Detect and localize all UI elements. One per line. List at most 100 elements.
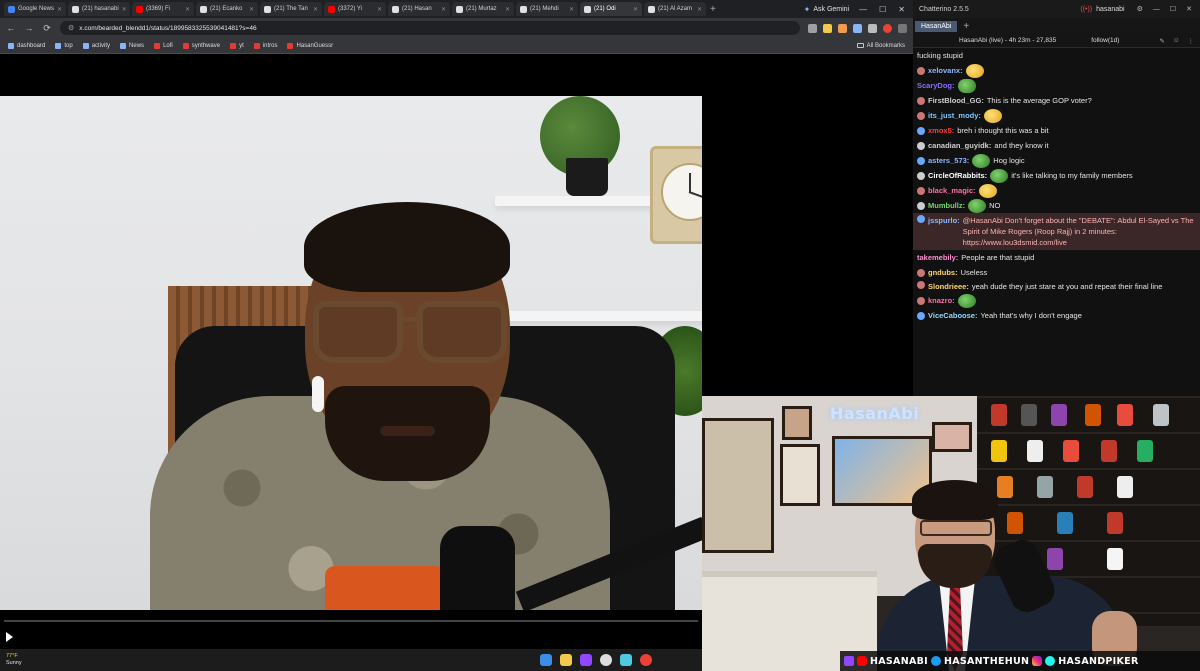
close-icon[interactable]: ✕ xyxy=(898,5,905,14)
ask-gemini-button[interactable]: ✦ Ask Gemini xyxy=(796,5,858,14)
emote-icon[interactable] xyxy=(957,293,976,308)
new-tab-button[interactable]: + xyxy=(710,4,716,15)
site-info-icon[interactable]: ⚙ xyxy=(68,24,74,32)
chat-username[interactable]: black_magic: xyxy=(928,183,976,198)
twitch-icon[interactable] xyxy=(580,654,592,666)
maximize-icon[interactable]: ☐ xyxy=(879,5,886,14)
bookmark-item[interactable]: Lofi xyxy=(154,42,173,49)
emote-icon[interactable] xyxy=(972,153,991,168)
chat-username[interactable]: FirstBlood_GG: xyxy=(928,93,984,108)
cast-icon[interactable] xyxy=(808,23,817,33)
extension-icon[interactable] xyxy=(838,23,847,33)
forward-icon[interactable]: → xyxy=(24,23,34,33)
follow-mode[interactable]: follow(1d) xyxy=(1091,37,1119,44)
extension-icon[interactable] xyxy=(853,23,862,33)
chat-username[interactable]: takemebily: xyxy=(917,250,958,265)
tab-close-icon[interactable]: ✕ xyxy=(697,6,702,13)
tab-close-icon[interactable]: ✕ xyxy=(122,6,127,13)
chat-username[interactable]: xelovanx: xyxy=(928,63,963,78)
edit-icon[interactable]: ✎ xyxy=(1159,37,1164,45)
emote-icon[interactable] xyxy=(990,168,1009,183)
chat-username[interactable]: gndubs: xyxy=(928,265,958,280)
tab-close-icon[interactable]: ✕ xyxy=(441,6,446,13)
tab-close-icon[interactable]: ✕ xyxy=(377,6,382,13)
tab-close-icon[interactable]: ✕ xyxy=(569,6,574,13)
tab-close-icon[interactable]: ✕ xyxy=(185,6,190,13)
obs-icon[interactable] xyxy=(600,654,612,666)
chat-username[interactable]: canadian_guyidk: xyxy=(928,138,991,153)
emote-icon[interactable] xyxy=(965,63,984,78)
play-icon[interactable] xyxy=(6,632,13,642)
weather-widget[interactable]: 77°F Sunny xyxy=(6,653,22,667)
browser-tab[interactable]: (21) Mehdi ✕ xyxy=(516,2,578,16)
chatterino-icon[interactable] xyxy=(620,654,632,666)
chat-username[interactable]: Slondrieee: xyxy=(928,281,969,292)
collectible xyxy=(1107,512,1123,534)
extension-icon[interactable] xyxy=(823,23,832,33)
emote-icon[interactable] xyxy=(968,198,987,213)
emote-icon[interactable] xyxy=(957,78,976,93)
chat-username[interactable]: its_just_mody: xyxy=(928,108,981,123)
tab-label: (3372) Yi xyxy=(338,6,363,12)
url-bar[interactable]: ⚙ x.com/bearded_blendd1/status/189958332… xyxy=(60,21,800,35)
menu-icon[interactable]: ⋮ xyxy=(1188,37,1195,45)
chat-username[interactable]: xmox5: xyxy=(928,123,954,138)
tab-close-icon[interactable]: ✕ xyxy=(249,6,254,13)
browser-tab[interactable]: (21) Murtaz ✕ xyxy=(452,2,514,16)
chat-user[interactable]: hasanabi xyxy=(1096,6,1124,13)
browser-tab[interactable]: (21) Odi ✕ xyxy=(580,2,642,16)
chat-username[interactable]: CircleOfRabbits: xyxy=(928,168,987,183)
minimize-icon[interactable]: — xyxy=(859,5,867,14)
emote-icon[interactable] xyxy=(983,108,1002,123)
close-icon[interactable]: ✕ xyxy=(1186,5,1192,13)
chat-username[interactable]: Mumbullz: xyxy=(928,198,965,213)
chrome-icon[interactable] xyxy=(640,654,652,666)
chat-message: FirstBlood_GG: This is the average GOP vo… xyxy=(917,93,1196,108)
chat-username[interactable]: knazro: xyxy=(928,293,955,308)
menu-icon[interactable] xyxy=(898,23,907,33)
tab-close-icon[interactable]: ✕ xyxy=(505,6,510,13)
maximize-icon[interactable]: ☐ xyxy=(1170,5,1176,13)
settings-icon[interactable]: ⚙ xyxy=(1137,5,1143,13)
emote-icon[interactable] xyxy=(978,183,997,198)
bookmark-item[interactable]: activity xyxy=(82,42,110,49)
profile-avatar[interactable] xyxy=(883,23,892,33)
browser-tab[interactable]: Google News ✕ xyxy=(4,2,66,16)
folder-icon[interactable] xyxy=(560,654,572,666)
tab-hasanabi[interactable]: HasanAbi xyxy=(915,20,958,32)
bookmark-item[interactable]: HasanGuessr xyxy=(287,42,333,49)
browser-tab[interactable]: (3369) Fi ✕ xyxy=(132,2,194,16)
puzzle-icon[interactable] xyxy=(868,23,877,33)
browser-tab[interactable]: (21) Al Azam ✕ xyxy=(644,2,706,16)
chat-username[interactable]: ViceCaboose: xyxy=(928,308,977,323)
tab-close-icon[interactable]: ✕ xyxy=(57,6,62,13)
video-progress-bar[interactable] xyxy=(4,620,698,622)
video-player[interactable] xyxy=(0,96,702,610)
minimize-icon[interactable]: — xyxy=(1153,6,1160,13)
user-badge-icon xyxy=(917,268,925,277)
tab-close-icon[interactable]: ✕ xyxy=(633,6,638,13)
browser-tab[interactable]: (21) hasanabi ✕ xyxy=(68,2,130,16)
browser-tab[interactable]: (3372) Yi ✕ xyxy=(324,2,386,16)
user-icon[interactable]: ☺ xyxy=(1173,37,1180,44)
chat-username[interactable]: asters_573: xyxy=(928,153,969,168)
bookmark-item[interactable]: yt xyxy=(230,42,244,49)
bookmark-item[interactable]: dashboard xyxy=(8,42,45,49)
browser-tab[interactable]: (21) Ecanko ✕ xyxy=(196,2,258,16)
start-icon[interactable] xyxy=(540,654,552,666)
chat-username[interactable]: ScaryDog: xyxy=(917,78,955,93)
tab-close-icon[interactable]: ✕ xyxy=(313,6,318,13)
add-tab-button[interactable]: + xyxy=(963,21,969,32)
chat-username[interactable]: jsspurlo: xyxy=(928,215,960,226)
all-bookmarks-button[interactable]: All Bookmarks xyxy=(856,43,905,49)
tab-favicon-icon xyxy=(456,5,463,13)
bookmark-item[interactable]: synthwave xyxy=(182,42,220,49)
bookmark-item[interactable]: News xyxy=(120,42,144,49)
tab-label: (3369) Fi xyxy=(146,6,171,12)
reload-icon[interactable]: ⟳ xyxy=(42,23,52,34)
browser-tab[interactable]: (21) Hasan ✕ xyxy=(388,2,450,16)
back-icon[interactable]: ← xyxy=(6,23,16,33)
browser-tab[interactable]: (21) The Tan ✕ xyxy=(260,2,322,16)
bookmark-item[interactable]: intros xyxy=(253,42,277,49)
bookmark-item[interactable]: top xyxy=(55,42,73,49)
